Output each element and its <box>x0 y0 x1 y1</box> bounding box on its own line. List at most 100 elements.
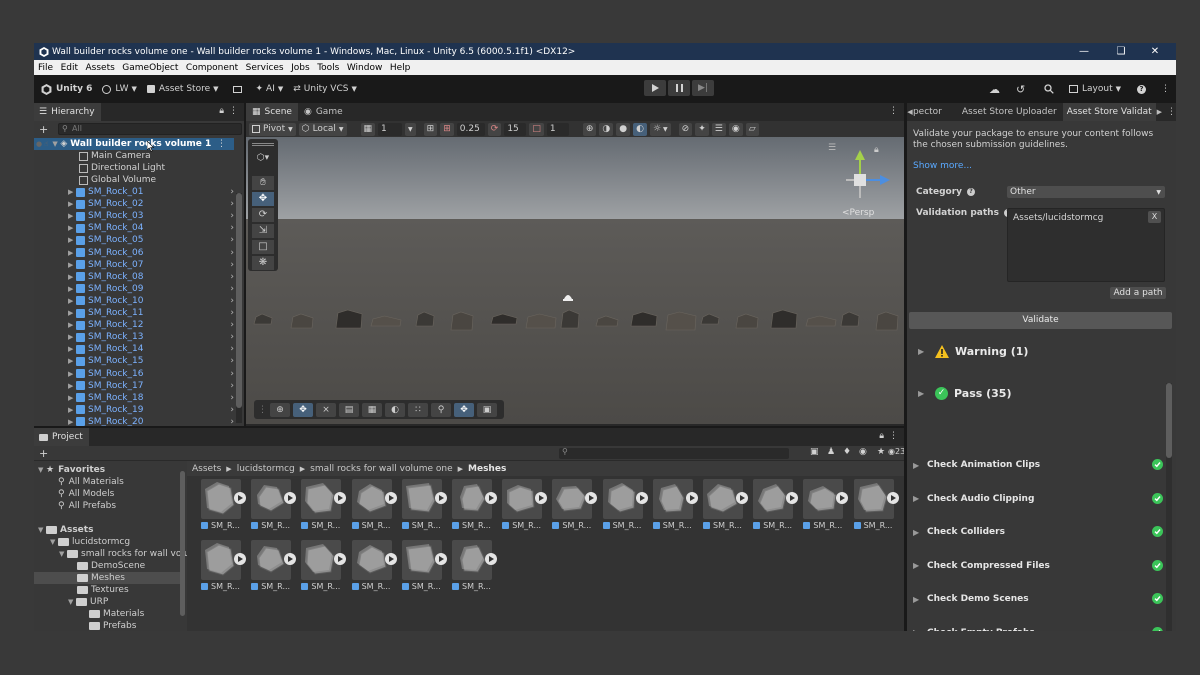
rock-mesh[interactable] <box>665 311 697 331</box>
rotate-snap-toggle[interactable]: ⟳ <box>487 122 502 136</box>
hierarchy-item-rock[interactable]: ▶ SM_Rock_04 › <box>68 222 238 234</box>
play-icon[interactable] <box>234 492 246 504</box>
check-item[interactable]: ▶ Check Compressed Files <box>913 559 1163 573</box>
hierarchy-item-rock[interactable]: ▶ SM_Rock_12 › <box>68 319 238 331</box>
menu-gameobject[interactable]: GameObject <box>122 63 178 73</box>
asset-tile[interactable]: SM_R... <box>401 479 450 536</box>
layout-dropdown[interactable]: Layout ▼ <box>1064 80 1126 98</box>
hierarchy-item-rock[interactable]: ▶ SM_Rock_13 › <box>68 331 238 343</box>
rotate-snap-field[interactable]: 15 <box>504 122 527 136</box>
check-item[interactable]: ▶ Check Audio Clipping <box>913 492 1163 506</box>
menu-window[interactable]: Window <box>347 63 383 73</box>
maximize-icon[interactable]: ❑ <box>1104 43 1138 60</box>
check-item[interactable]: ▶ Check Demo Scenes <box>913 592 1163 606</box>
gizmo-globe-button[interactable]: ⊕ <box>582 122 597 136</box>
asset-tile[interactable]: SM_R... <box>251 479 299 536</box>
minimize-icon[interactable]: — <box>1067 43 1101 60</box>
hierarchy-scrollbar[interactable] <box>236 193 242 423</box>
favorite-icon[interactable]: ★ <box>877 447 885 457</box>
rock-mesh[interactable] <box>335 309 363 329</box>
overlay-tool-4[interactable]: ▤ <box>339 402 359 417</box>
expand-icon[interactable]: ▶ <box>68 370 76 378</box>
validation-paths-list[interactable]: Assets/lucidstormcg X <box>1007 208 1165 282</box>
move-tool-button[interactable]: ✥ <box>252 192 274 206</box>
hand-tool-button[interactable]: ✋︎ <box>252 176 274 190</box>
asset-tile[interactable]: SM_R... <box>703 479 751 536</box>
play-icon[interactable] <box>434 492 447 504</box>
tab-scroll-right-icon[interactable]: ▶ <box>1157 108 1162 116</box>
scale-tool-button[interactable]: ⇲ <box>252 224 274 238</box>
shading-lit-button[interactable]: ◐ <box>633 122 647 136</box>
filter-mode-icon[interactable]: ◉ <box>859 447 867 457</box>
asset-tile[interactable]: SM_R... <box>301 540 349 597</box>
help-button[interactable]: ? <box>1132 80 1151 98</box>
hierarchy-item-rock[interactable]: ▶ SM_Rock_03 › <box>68 210 238 222</box>
gizmos-dropdown[interactable]: ▱ <box>745 122 759 136</box>
menu-help[interactable]: Help <box>390 63 411 73</box>
cloud-button[interactable]: ☁ <box>984 80 1005 98</box>
lighting-dropdown[interactable]: ☼ ▼ <box>649 122 671 136</box>
breadcrumb-item[interactable]: Assets <box>192 464 221 474</box>
overlay-tool-7[interactable]: ∷ <box>408 402 428 417</box>
play-icon[interactable] <box>736 492 748 504</box>
scrollbar-thumb[interactable] <box>1166 383 1172 458</box>
scene-row[interactable]: ● ☝ ▼ ◈ Wall builder rocks volume 1 ⋮ <box>34 138 234 150</box>
expand-icon[interactable]: ▶ <box>68 333 76 341</box>
expand-icon[interactable]: ▶ <box>68 273 76 281</box>
chevron-right-icon[interactable]: › <box>230 223 234 233</box>
hierarchy-item-rock[interactable]: ▶ SM_Rock_19 › <box>68 404 238 416</box>
scene-viewport[interactable]: ⬡▾ ✋︎ ✥ ⟳ ⇲ □ ❋ ☰ 🔒︎ <Persp ⋮ ⊕ ✥ ⨯ ▤ ▦ … <box>246 137 904 424</box>
local-dropdown[interactable]: ⬡ Local ▼ <box>298 122 347 136</box>
add-icon[interactable]: + <box>39 123 48 136</box>
lock-icon[interactable]: 🔒︎ <box>219 106 224 116</box>
add-icon[interactable]: + <box>39 447 48 460</box>
grid-toggle[interactable]: ▦ <box>360 122 376 136</box>
project-search-input[interactable]: ⚲ <box>559 447 789 459</box>
folder-prefabs[interactable]: Prefabs <box>89 620 136 631</box>
chevron-right-icon[interactable]: › <box>230 308 234 318</box>
layers-dropdown[interactable]: ☰ <box>711 122 726 136</box>
asset-store-dropdown[interactable]: Asset Store ▼ <box>142 80 224 98</box>
overlay-tool-10[interactable]: ▣ <box>477 402 497 417</box>
play-icon[interactable] <box>284 492 297 504</box>
visibility-toggle[interactable]: ◉ <box>728 122 743 136</box>
play-icon[interactable] <box>886 492 899 504</box>
audio-toggle[interactable]: ⊘ <box>678 122 693 136</box>
vcs-dropdown[interactable]: ⇄ Unity VCS ▼ <box>288 80 362 98</box>
pick-icon[interactable]: ☝ <box>44 140 48 148</box>
expand-icon[interactable]: ▶ <box>68 394 76 402</box>
expand-icon[interactable]: ▶ <box>68 406 76 414</box>
chevron-right-icon[interactable]: › <box>230 405 234 415</box>
play-icon[interactable] <box>284 553 297 565</box>
asset-tile[interactable]: SM_R... <box>351 479 400 536</box>
grid-dropdown[interactable]: ▼ <box>405 122 416 136</box>
asset-tile[interactable]: SM_R... <box>552 479 600 536</box>
gizmo-menu-icon[interactable]: ☰ <box>828 143 836 153</box>
scale-snap-field[interactable]: 1 <box>546 122 569 136</box>
menu-assets[interactable]: Assets <box>86 63 115 73</box>
favorite-all-models[interactable]: ⚲ All Models <box>58 488 114 500</box>
hierarchy-item-rock[interactable]: ▶ SM_Rock_01 › <box>68 186 238 198</box>
hierarchy-item-rock[interactable]: ▶ SM_Rock_11 › <box>68 307 238 319</box>
view-orientation-dropdown[interactable]: ⬡▾ <box>252 153 274 167</box>
hierarchy-item-rock[interactable]: ▶ SM_Rock_20 › <box>68 416 238 426</box>
chevron-right-icon[interactable]: › <box>230 332 234 342</box>
orientation-gizmo[interactable]: ☰ 🔒︎ <Persp <box>828 142 894 220</box>
chevron-right-icon[interactable]: › <box>230 187 234 197</box>
chevron-right-icon[interactable]: › <box>230 417 234 426</box>
move-snap-field[interactable]: 0.25 <box>456 122 485 136</box>
chevron-right-icon[interactable]: › <box>230 248 234 258</box>
hierarchy-item-rock[interactable]: ▶ SM_Rock_17 › <box>68 380 238 392</box>
asset-tile[interactable]: SM_R... <box>452 540 500 597</box>
overlay-tool-3[interactable]: ⨯ <box>316 402 336 417</box>
chevron-right-icon[interactable]: › <box>230 381 234 391</box>
menu-edit[interactable]: Edit <box>61 63 78 73</box>
tab-project[interactable]: Project <box>34 428 89 446</box>
chevron-right-icon[interactable]: › <box>230 272 234 282</box>
search-button[interactable] <box>1039 80 1059 98</box>
more-menu-button[interactable]: ⋮ <box>1156 80 1175 98</box>
add-path-button[interactable]: Add a path <box>1110 287 1166 299</box>
tab-inspector[interactable]: pector <box>913 103 956 121</box>
more-vertical-icon[interactable]: ⋮ <box>889 431 898 441</box>
hierarchy-item-directional-light[interactable]: Directional Light <box>79 162 165 174</box>
